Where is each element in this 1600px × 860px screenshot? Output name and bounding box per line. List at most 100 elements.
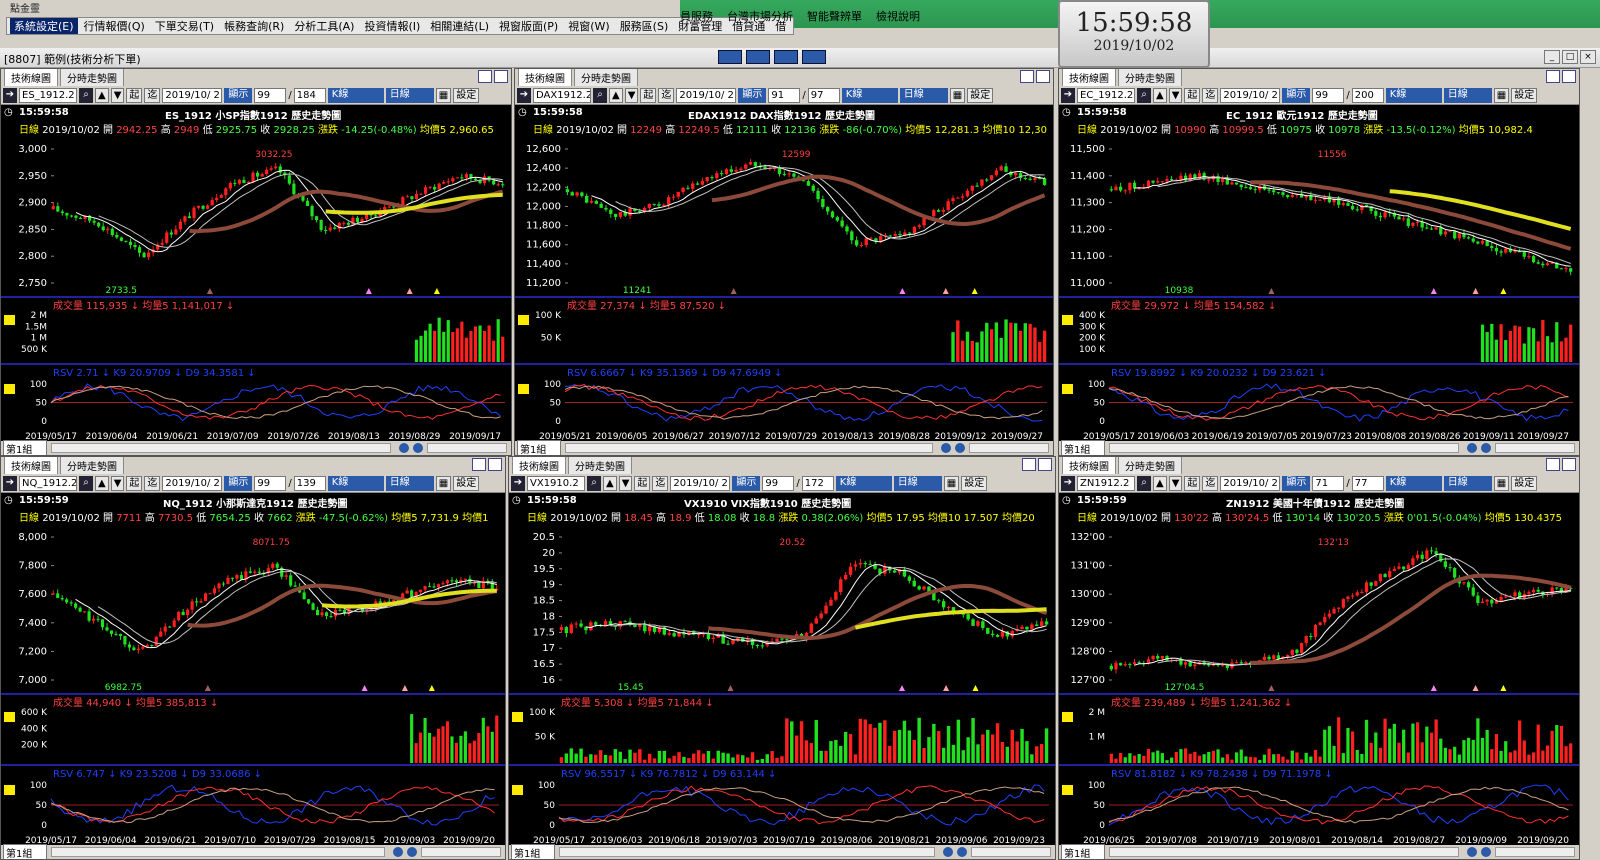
panel-window-icon[interactable]	[488, 458, 502, 471]
start-button[interactable]: 起	[640, 87, 657, 103]
search-icon[interactable]: ⌕	[1137, 475, 1151, 491]
volume-toggle-icon[interactable]	[512, 712, 523, 722]
total-count-input[interactable]: 184	[293, 87, 326, 103]
date-select[interactable]: 2019/10/ 2	[162, 87, 223, 103]
kd-toggle-icon[interactable]	[1062, 785, 1073, 795]
down-arrow-icon[interactable]: ▼	[110, 475, 125, 491]
symbol-select[interactable]: DAX1912.2	[533, 87, 591, 103]
start-button[interactable]: 起	[1184, 87, 1201, 103]
excel-icon[interactable]: ▦	[949, 87, 966, 103]
menu-item[interactable]: 檢視說明	[876, 8, 920, 24]
zoom-out-icon[interactable]	[955, 443, 965, 453]
settings-button[interactable]: 設定	[1511, 87, 1538, 103]
kline-dropdown[interactable]: K線	[327, 87, 384, 103]
settings-button[interactable]: 設定	[453, 475, 480, 491]
excel-icon[interactable]: ▦	[943, 475, 960, 491]
horizontal-scrollbar[interactable]	[565, 443, 933, 453]
horizontal-scrollbar[interactable]	[1109, 847, 1459, 857]
period-dropdown[interactable]: 日線	[1443, 87, 1492, 103]
tab-technical-chart[interactable]: 技術線圖	[4, 457, 58, 474]
period-dropdown[interactable]: 日線	[893, 475, 942, 491]
kline-dropdown[interactable]: K線	[841, 87, 898, 103]
horizontal-scrollbar[interactable]	[1109, 443, 1459, 453]
settings-button[interactable]: 設定	[961, 475, 988, 491]
date-select[interactable]: 2019/10/ 2	[162, 475, 223, 491]
zoom-slider[interactable]	[1495, 847, 1575, 857]
total-count-input[interactable]: 139	[293, 475, 326, 491]
settings-button[interactable]: 設定	[1511, 475, 1538, 491]
minimize-icon[interactable]: _	[1544, 50, 1560, 64]
group-select[interactable]: 第1組	[3, 439, 47, 455]
excel-icon[interactable]: ▦	[435, 475, 452, 491]
zoom-in-icon[interactable]	[941, 443, 951, 453]
tab-intraday-chart[interactable]: 分時走勢圖	[60, 457, 124, 474]
show-count-input[interactable]: 99	[1312, 87, 1345, 103]
kline-dropdown[interactable]: K線	[327, 475, 384, 491]
symbol-select[interactable]: ZN1912.2	[1077, 475, 1135, 491]
zoom-slider[interactable]	[971, 847, 1051, 857]
symbol-select[interactable]: ES_1912.2	[19, 87, 77, 103]
tab-technical-chart[interactable]: 技術線圖	[4, 69, 58, 86]
menu-item[interactable]: 台灣市場分析	[727, 8, 793, 24]
volume-toggle-icon[interactable]	[4, 712, 15, 722]
layout-button[interactable]	[802, 50, 826, 64]
show-count-input[interactable]: 99	[762, 475, 795, 491]
total-count-input[interactable]: 77	[1351, 475, 1384, 491]
panel-pin-icon[interactable]	[1546, 458, 1560, 471]
period-dropdown[interactable]: 日線	[899, 87, 948, 103]
end-button[interactable]: 迄	[144, 475, 161, 491]
settings-button[interactable]: 設定	[453, 87, 480, 103]
start-button[interactable]: 起	[634, 475, 651, 491]
zoom-slider[interactable]	[969, 443, 1049, 453]
kline-dropdown[interactable]: K線	[835, 475, 892, 491]
menu-item[interactable]: 帳務查詢(R)	[220, 18, 288, 34]
up-arrow-icon[interactable]: ▲	[95, 87, 109, 103]
down-arrow-icon[interactable]: ▼	[110, 87, 125, 103]
panel-window-icon[interactable]	[1562, 458, 1576, 471]
zoom-out-icon[interactable]	[413, 443, 423, 453]
zoom-in-icon[interactable]	[393, 847, 403, 857]
panel-pin-icon[interactable]	[1020, 70, 1034, 83]
down-arrow-icon[interactable]: ▼	[624, 87, 639, 103]
menu-item[interactable]: 服務區(S)	[616, 18, 673, 34]
search-icon[interactable]: ⌕	[79, 475, 93, 491]
period-dropdown[interactable]: 日線	[385, 475, 434, 491]
zoom-out-icon[interactable]	[1481, 443, 1491, 453]
end-button[interactable]: 迄	[1202, 475, 1219, 491]
total-count-input[interactable]: 172	[801, 475, 834, 491]
end-button[interactable]: 迄	[144, 87, 161, 103]
panel-window-icon[interactable]	[494, 70, 508, 83]
show-count-input[interactable]: 71	[1312, 475, 1345, 491]
kd-toggle-icon[interactable]	[4, 785, 15, 795]
symbol-select[interactable]: NQ_1912.2	[19, 475, 77, 491]
zoom-out-icon[interactable]	[957, 847, 967, 857]
menu-item[interactable]: 相關連結(L)	[426, 18, 493, 34]
zoom-slider[interactable]	[427, 443, 507, 453]
arrow-right-icon[interactable]: ➔	[1061, 87, 1075, 103]
tab-technical-chart[interactable]: 技術線圖	[1062, 457, 1116, 474]
zoom-in-icon[interactable]	[1467, 443, 1477, 453]
search-icon[interactable]: ⌕	[79, 87, 93, 103]
menu-item[interactable]: 視窗版面(P)	[495, 18, 562, 34]
group-select[interactable]: 第1組	[1061, 439, 1105, 455]
menu-item[interactable]: 視窗(W)	[564, 18, 613, 34]
layout-button[interactable]	[774, 50, 798, 64]
arrow-right-icon[interactable]: ➔	[517, 87, 531, 103]
horizontal-scrollbar[interactable]	[51, 443, 391, 453]
date-select[interactable]: 2019/10/ 2	[1220, 475, 1281, 491]
up-arrow-icon[interactable]: ▲	[1153, 87, 1167, 103]
arrow-right-icon[interactable]: ➔	[3, 475, 17, 491]
right-scroll-strip[interactable]	[1580, 68, 1600, 860]
down-arrow-icon[interactable]: ▼	[1168, 475, 1183, 491]
end-button[interactable]: 迄	[1202, 87, 1219, 103]
search-icon[interactable]: ⌕	[587, 475, 601, 491]
group-select[interactable]: 第1組	[511, 843, 555, 859]
arrow-right-icon[interactable]: ➔	[1061, 475, 1075, 491]
kd-toggle-icon[interactable]	[1062, 384, 1073, 394]
kd-toggle-icon[interactable]	[512, 785, 523, 795]
menu-item[interactable]: 下單交易(T)	[151, 18, 218, 34]
down-arrow-icon[interactable]: ▼	[618, 475, 633, 491]
symbol-select[interactable]: EC_1912.2	[1077, 87, 1135, 103]
zoom-in-icon[interactable]	[943, 847, 953, 857]
up-arrow-icon[interactable]: ▲	[603, 475, 617, 491]
